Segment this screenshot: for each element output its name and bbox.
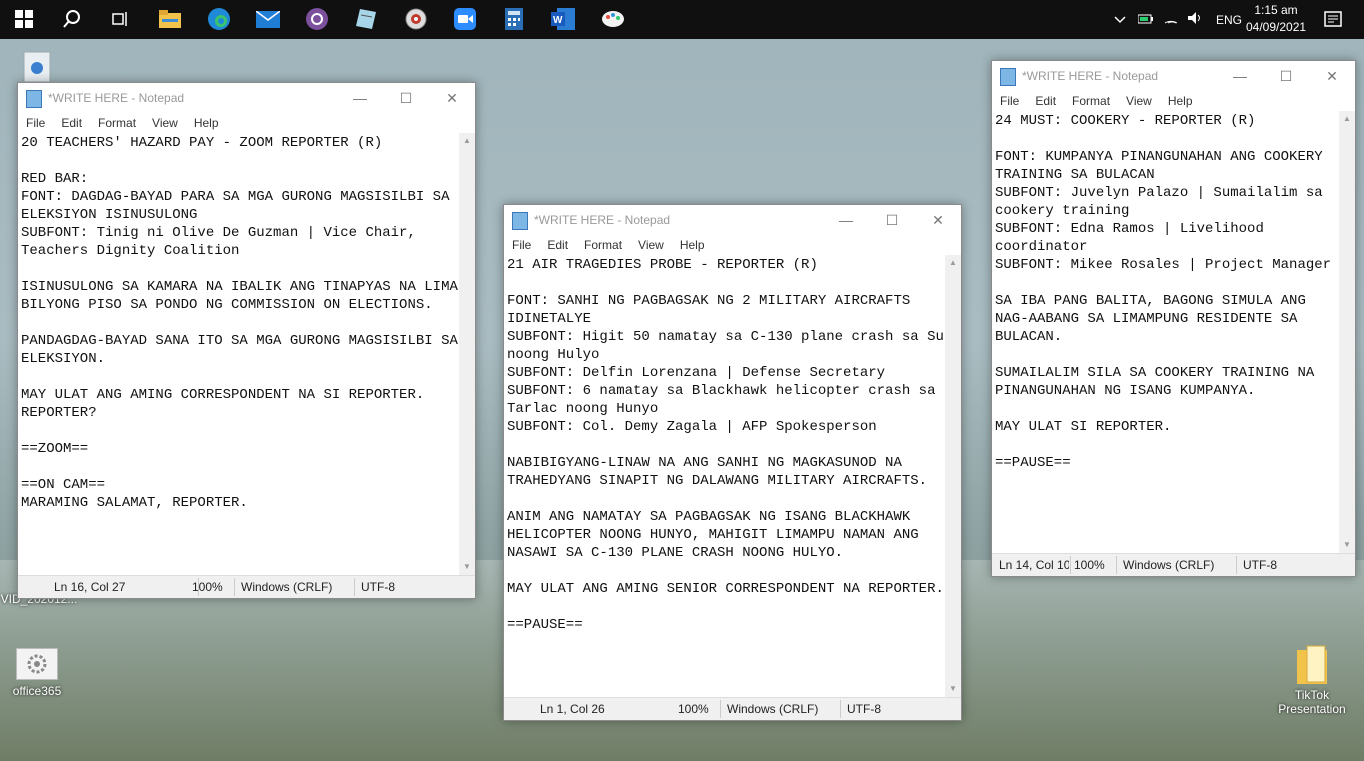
- minimize-button[interactable]: —: [823, 205, 869, 235]
- menu-help[interactable]: Help: [1168, 94, 1193, 108]
- battery-icon[interactable]: [1137, 13, 1154, 27]
- title-bar[interactable]: *WRITE HERE - Notepad — ☐ ✕: [992, 61, 1355, 91]
- status-bar: Ln 1, Col 26 100% Windows (CRLF) UTF-8: [504, 697, 961, 720]
- notepad-icon: [1000, 68, 1016, 86]
- menu-bar: File Edit Format View Help: [18, 113, 475, 133]
- media-player-icon[interactable]: [403, 6, 429, 32]
- vertical-scrollbar[interactable]: ▲ ▼: [945, 255, 961, 697]
- status-bar: Ln 14, Col 10 100% Windows (CRLF) UTF-8: [992, 553, 1355, 576]
- language-indicator[interactable]: ENG: [1216, 13, 1242, 27]
- notepad-icon: [26, 90, 42, 108]
- menu-format[interactable]: Format: [584, 238, 622, 252]
- close-button[interactable]: ✕: [429, 83, 475, 113]
- svg-text:W: W: [553, 15, 563, 26]
- title-bar[interactable]: *WRITE HERE - Notepad — ☐ ✕: [504, 205, 961, 235]
- settings-gear-icon: [16, 648, 58, 680]
- desktop-icon-tiktok-label: TikTok Presentation: [1278, 688, 1346, 716]
- volume-icon[interactable]: [1188, 12, 1202, 27]
- notepad-window-1[interactable]: *WRITE HERE - Notepad — ☐ ✕ File Edit Fo…: [17, 82, 476, 599]
- zoom-icon[interactable]: [452, 6, 478, 32]
- text-editor[interactable]: 24 MUST: COOKERY - REPORTER (R) FONT: KU…: [992, 111, 1339, 553]
- zoom-level: 100%: [1074, 558, 1105, 572]
- maximize-button[interactable]: ☐: [383, 83, 429, 113]
- desktop-icon-tiktok-presentation[interactable]: TikTok Presentation: [1267, 644, 1357, 716]
- menu-file[interactable]: File: [512, 238, 531, 252]
- menu-view[interactable]: View: [152, 116, 178, 130]
- system-tray: ENG: [1114, 0, 1242, 39]
- menu-format[interactable]: Format: [1072, 94, 1110, 108]
- window-title: *WRITE HERE - Notepad: [1022, 69, 1159, 83]
- taskbar: W ENG 1:15 am 04/09/2021: [0, 0, 1364, 39]
- recycle-bin-icon[interactable]: [18, 48, 56, 83]
- file-explorer-icon[interactable]: [157, 6, 183, 32]
- text-editor[interactable]: 20 TEACHERS' HAZARD PAY - ZOOM REPORTER …: [18, 133, 459, 575]
- network-icon[interactable]: [1164, 12, 1178, 27]
- menu-help[interactable]: Help: [194, 116, 219, 130]
- menu-file[interactable]: File: [1000, 94, 1019, 108]
- viber-icon[interactable]: [304, 6, 330, 32]
- menu-view[interactable]: View: [1126, 94, 1152, 108]
- menu-edit[interactable]: Edit: [61, 116, 82, 130]
- clock-date: 04/09/2021: [1246, 20, 1307, 34]
- maximize-button[interactable]: ☐: [1263, 61, 1309, 91]
- cursor-position: Ln 16, Col 27: [54, 580, 126, 594]
- scroll-down-icon[interactable]: ▼: [459, 559, 475, 575]
- line-ending: Windows (CRLF): [241, 580, 333, 594]
- edge-icon[interactable]: [206, 6, 232, 32]
- text-editor[interactable]: 21 AIR TRAGEDIES PROBE - REPORTER (R) FO…: [504, 255, 945, 697]
- calculator-icon[interactable]: [501, 6, 527, 32]
- desktop-icon-office365[interactable]: office365: [0, 648, 82, 698]
- maximize-button[interactable]: ☐: [869, 205, 915, 235]
- chevron-up-icon[interactable]: [1114, 13, 1126, 27]
- scroll-up-icon[interactable]: ▲: [945, 255, 961, 271]
- menu-edit[interactable]: Edit: [547, 238, 568, 252]
- encoding: UTF-8: [847, 702, 881, 716]
- vertical-scrollbar[interactable]: ▲ ▼: [459, 133, 475, 575]
- notepad-icon: [512, 212, 528, 230]
- windows-start-icon[interactable]: [11, 6, 37, 32]
- zoom-level: 100%: [192, 580, 223, 594]
- minimize-button[interactable]: —: [1217, 61, 1263, 91]
- close-button[interactable]: ✕: [915, 205, 961, 235]
- notes-icon[interactable]: [353, 6, 379, 32]
- line-ending: Windows (CRLF): [727, 702, 819, 716]
- zoom-level: 100%: [678, 702, 709, 716]
- scroll-up-icon[interactable]: ▲: [459, 133, 475, 149]
- menu-bar: File Edit Format View Help: [504, 235, 961, 255]
- notepad-window-2[interactable]: *WRITE HERE - Notepad — ☐ ✕ File Edit Fo…: [503, 204, 962, 721]
- task-view-icon[interactable]: [107, 6, 133, 32]
- search-icon[interactable]: [59, 6, 85, 32]
- menu-file[interactable]: File: [26, 116, 45, 130]
- desktop-icon-office365-label: office365: [12, 684, 62, 698]
- close-button[interactable]: ✕: [1309, 61, 1355, 91]
- line-ending: Windows (CRLF): [1123, 558, 1215, 572]
- paint-icon[interactable]: [600, 6, 626, 32]
- folder-icon: [1292, 644, 1332, 684]
- menu-edit[interactable]: Edit: [1035, 94, 1056, 108]
- menu-view[interactable]: View: [638, 238, 664, 252]
- status-bar: Ln 16, Col 27 100% Windows (CRLF) UTF-8: [18, 575, 475, 598]
- scroll-up-icon[interactable]: ▲: [1339, 111, 1355, 127]
- vertical-scrollbar[interactable]: ▲ ▼: [1339, 111, 1355, 553]
- scroll-down-icon[interactable]: ▼: [1339, 537, 1355, 553]
- notepad-window-3[interactable]: *WRITE HERE - Notepad — ☐ ✕ File Edit Fo…: [991, 60, 1356, 577]
- encoding: UTF-8: [1243, 558, 1277, 572]
- scroll-down-icon[interactable]: ▼: [945, 681, 961, 697]
- window-title: *WRITE HERE - Notepad: [48, 91, 185, 105]
- title-bar[interactable]: *WRITE HERE - Notepad — ☐ ✕: [18, 83, 475, 113]
- clock-time: 1:15 am: [1254, 3, 1298, 17]
- minimize-button[interactable]: —: [337, 83, 383, 113]
- clock[interactable]: 1:15 am 04/09/2021: [1246, 2, 1306, 36]
- notifications-icon[interactable]: [1320, 6, 1346, 32]
- cursor-position: Ln 1, Col 26: [540, 702, 605, 716]
- menu-bar: File Edit Format View Help: [992, 91, 1355, 111]
- menu-help[interactable]: Help: [680, 238, 705, 252]
- menu-format[interactable]: Format: [98, 116, 136, 130]
- word-icon[interactable]: W: [550, 6, 576, 32]
- window-title: *WRITE HERE - Notepad: [534, 213, 671, 227]
- mail-icon[interactable]: [255, 6, 281, 32]
- cursor-position: Ln 14, Col 10: [999, 558, 1069, 572]
- encoding: UTF-8: [361, 580, 395, 594]
